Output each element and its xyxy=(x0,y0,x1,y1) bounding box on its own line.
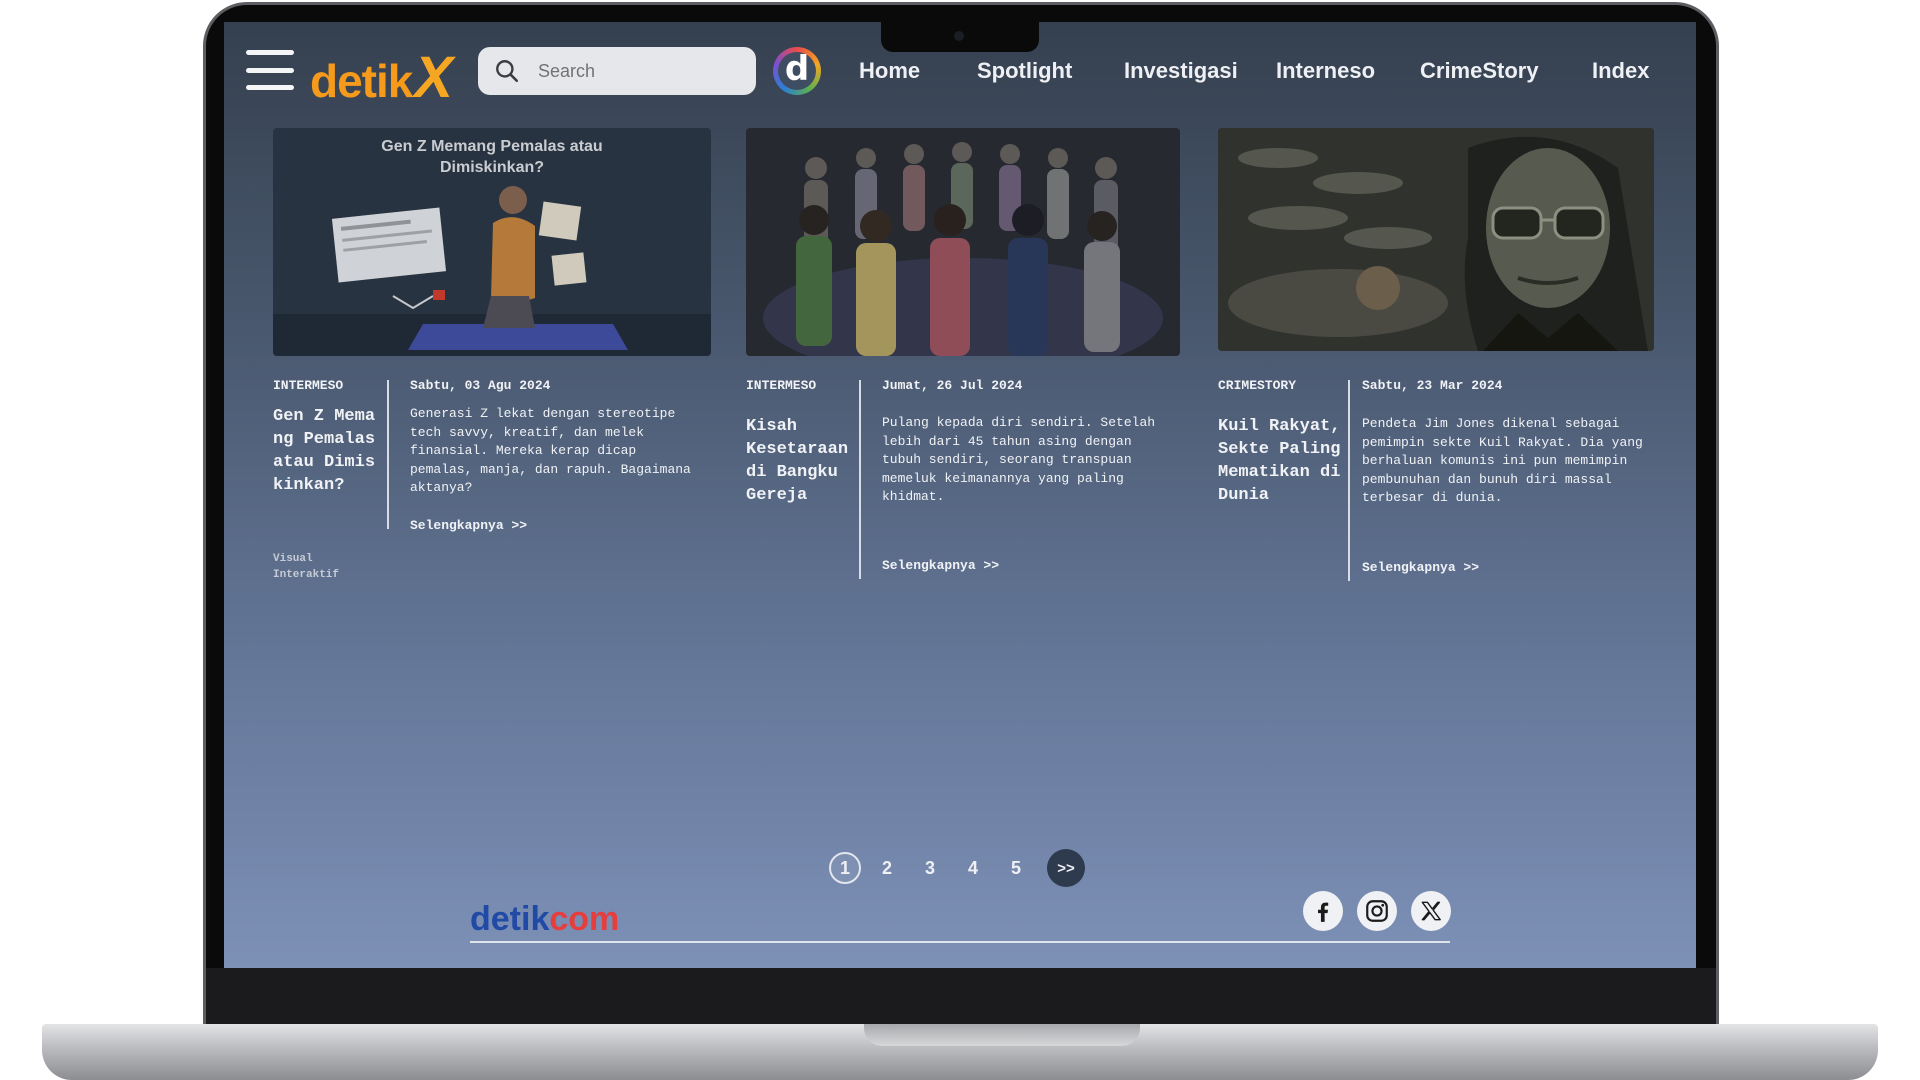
article-title[interactable]: Kisah Kesetaraan di Bangku Gereja xyxy=(746,415,856,507)
article-date: Sabtu, 23 Mar 2024 xyxy=(1362,378,1503,393)
menu-icon[interactable] xyxy=(246,50,294,90)
cult-leader-illustration xyxy=(1218,128,1654,351)
camera-icon xyxy=(954,31,964,41)
laptop-base-groove xyxy=(864,1024,1140,1046)
genz-illustration xyxy=(273,186,711,356)
nav-investigasi[interactable]: Investigasi xyxy=(1124,58,1238,84)
article-subtag: Visual Interaktif xyxy=(273,553,340,581)
pagination-page-4[interactable]: 4 xyxy=(957,852,989,884)
search-icon xyxy=(496,60,519,83)
logo-x: X xyxy=(414,45,454,110)
nav-interneso[interactable]: Interneso xyxy=(1276,58,1375,84)
nav-spotlight[interactable]: Spotlight xyxy=(977,58,1072,84)
article-divider xyxy=(1348,380,1350,581)
search-box[interactable] xyxy=(478,47,756,95)
article-thumbnail-gereja[interactable] xyxy=(746,128,1180,356)
footer-divider xyxy=(470,941,1450,943)
pagination-page-3[interactable]: 3 xyxy=(914,852,946,884)
article-title[interactable]: Gen Z Memang Pemalas atau Dimiskinkan? xyxy=(273,405,377,497)
logo-text: detik xyxy=(310,55,413,107)
nav-crimestory[interactable]: CrimeStory xyxy=(1420,58,1539,84)
article-thumbnail-genz[interactable]: Gen Z Memang Pemalas atau Dimiskinkan? xyxy=(273,128,711,356)
article-divider xyxy=(387,380,389,529)
article-description: Generasi Z lekat dengan stereotipe tech … xyxy=(410,406,691,496)
laptop-chin xyxy=(206,968,1716,1026)
nav-home[interactable]: Home xyxy=(859,58,920,84)
read-more-link[interactable]: Selengkapnya >> xyxy=(410,518,527,533)
article-divider xyxy=(859,380,861,579)
detik-app-letter: d xyxy=(778,52,816,90)
footer-logo-part1: detik xyxy=(470,900,550,938)
search-input[interactable] xyxy=(538,60,738,82)
article-description: Pendeta Jim Jones dikenal sebagai pemimp… xyxy=(1362,416,1643,506)
article-description: Pulang kepada diri sendiri. Setelah lebi… xyxy=(882,415,1156,505)
article-title[interactable]: Kuil Rakyat, Sekte Paling Mematikan di D… xyxy=(1218,415,1344,507)
detik-app-icon[interactable]: d xyxy=(773,47,821,95)
pagination-page-1[interactable]: 1 xyxy=(829,852,861,884)
instagram-icon[interactable] xyxy=(1357,891,1397,931)
facebook-icon[interactable] xyxy=(1303,891,1343,931)
article-category: INTERMESO xyxy=(273,378,344,393)
pagination-page-2[interactable]: 2 xyxy=(871,852,903,884)
laptop-base xyxy=(42,1024,1878,1080)
pagination-page-5[interactable]: 5 xyxy=(1000,852,1032,884)
nav-index[interactable]: Index xyxy=(1592,58,1649,84)
article-date: Sabtu, 03 Agu 2024 xyxy=(410,378,551,393)
screen: detikX d Home Spotlight Investigasi Inte… xyxy=(224,22,1696,968)
footer-logo-part2: com xyxy=(549,900,620,938)
article-date: Jumat, 26 Jul 2024 xyxy=(882,378,1023,393)
x-icon[interactable] xyxy=(1411,891,1451,931)
pagination-next-button[interactable]: >> xyxy=(1047,849,1085,887)
read-more-link[interactable]: Selengkapnya >> xyxy=(882,558,999,573)
article-category: CRIMESTORY xyxy=(1218,378,1297,393)
article-category: INTERMESO xyxy=(746,378,817,393)
detikx-logo[interactable]: detik X xyxy=(310,44,453,110)
read-more-link[interactable]: Selengkapnya >> xyxy=(1362,560,1479,575)
church-circle-illustration xyxy=(746,128,1180,356)
detikcom-logo[interactable]: detikcom xyxy=(470,900,619,939)
article-thumbnail-kuil-rakyat[interactable] xyxy=(1218,128,1654,351)
camera-notch xyxy=(881,22,1039,52)
